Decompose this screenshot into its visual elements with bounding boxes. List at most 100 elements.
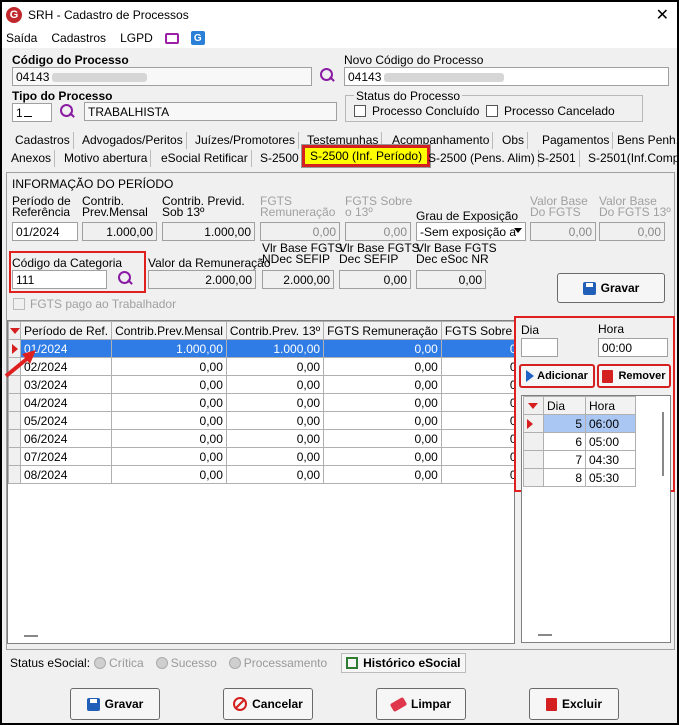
monitor-icon[interactable] bbox=[164, 32, 179, 44]
v-scrollbar[interactable] bbox=[662, 412, 664, 476]
cell[interactable]: 0,00 bbox=[111, 375, 227, 394]
search-tipo-icon[interactable] bbox=[58, 103, 76, 121]
gravar-button[interactable]: Gravar bbox=[70, 688, 160, 720]
table-row[interactable]: 01/2024 1.000,00 1.000,00 0,00 0,00 bbox=[8, 339, 514, 358]
gravar-periodo-button[interactable]: Gravar bbox=[557, 273, 665, 303]
menu-cadastros[interactable]: Cadastros bbox=[51, 31, 106, 45]
cell[interactable]: 04:30 bbox=[585, 450, 636, 469]
table-row[interactable]: 03/20240,000,000,000,00 bbox=[8, 375, 514, 394]
col-fgts-rem[interactable]: FGTS Remuneração bbox=[323, 321, 442, 340]
cell[interactable]: 0,00 bbox=[225, 447, 325, 466]
remover-button[interactable]: Remover bbox=[597, 364, 671, 388]
search-categoria-icon[interactable] bbox=[116, 270, 134, 288]
codigo-field[interactable]: 04143 bbox=[12, 67, 312, 86]
cell[interactable]: 0,00 bbox=[225, 375, 325, 394]
tab-cadastros[interactable]: Cadastros bbox=[12, 132, 74, 149]
tab-s2500-inf-periodo[interactable]: S-2500 (Inf. Período) bbox=[301, 144, 432, 168]
historico-esocial-button[interactable]: Histórico eSocial bbox=[341, 653, 466, 673]
google-icon[interactable]: G bbox=[190, 31, 205, 45]
cell[interactable]: 0,00 bbox=[111, 465, 227, 484]
periodo-field[interactable]: 01/2024 bbox=[12, 222, 78, 241]
tab-s2500[interactable]: S-2500 bbox=[257, 150, 303, 167]
table-row[interactable]: 7 04:30 bbox=[523, 450, 636, 469]
tab-bens-penh[interactable]: Bens Penh. bbox=[614, 132, 679, 149]
cell[interactable]: 0,00 bbox=[323, 357, 442, 376]
grau-select[interactable]: -Sem exposição a bbox=[416, 222, 526, 241]
cell[interactable]: 0,00 bbox=[323, 339, 442, 358]
table-row[interactable]: 04/20240,000,000,000,00 bbox=[8, 393, 514, 412]
hora-field[interactable]: 00:00 bbox=[598, 338, 668, 357]
table-row[interactable]: 5 06:00 bbox=[523, 414, 636, 433]
cell[interactable]: 1.000,00 bbox=[111, 339, 227, 358]
categoria-field[interactable]: 111 bbox=[12, 270, 107, 289]
cell[interactable]: 0,00 bbox=[440, 339, 514, 358]
table-row[interactable]: 07/20240,000,000,000,00 bbox=[8, 447, 514, 466]
cell[interactable]: 0,00 bbox=[111, 447, 227, 466]
concluido-checkbox[interactable] bbox=[354, 105, 366, 117]
cell[interactable]: 0,00 bbox=[111, 357, 227, 376]
cell[interactable]: 06/2024 bbox=[19, 429, 113, 448]
cell[interactable]: 06:00 bbox=[585, 414, 636, 433]
limpar-button[interactable]: Limpar bbox=[376, 688, 466, 720]
cell[interactable]: 8 bbox=[543, 468, 586, 487]
cell[interactable]: 7 bbox=[543, 450, 586, 469]
tab-advogados[interactable]: Advogados/Peritos bbox=[79, 132, 187, 149]
cell[interactable]: 05:30 bbox=[585, 468, 636, 487]
tab-esocial-retificar[interactable]: eSocial Retificar bbox=[158, 150, 252, 167]
cell[interactable]: 0,00 bbox=[323, 393, 442, 412]
vlr-esoc-field[interactable]: 0,00 bbox=[416, 270, 486, 289]
col-fgts13[interactable]: FGTS Sobre 13º bbox=[440, 321, 514, 340]
menu-saida[interactable]: Saída bbox=[6, 31, 37, 45]
cell[interactable]: 0,00 bbox=[323, 465, 442, 484]
tipo-code-field[interactable]: 1 bbox=[12, 103, 52, 122]
cell[interactable]: 0,00 bbox=[225, 357, 325, 376]
fgts-pago-checkbox[interactable] bbox=[13, 298, 25, 310]
table-row[interactable]: 02/20240,000,000,000,00 bbox=[8, 357, 514, 376]
contrib-field[interactable]: 1.000,00 bbox=[82, 222, 157, 241]
tab-pagamentos[interactable]: Pagamentos bbox=[539, 132, 614, 149]
vlr-dec-sefip-field[interactable]: 0,00 bbox=[339, 270, 411, 289]
cell[interactable]: 0,00 bbox=[440, 447, 514, 466]
table-row[interactable]: 8 05:30 bbox=[523, 468, 636, 487]
cell[interactable]: 0,00 bbox=[225, 411, 325, 430]
menu-lgpd[interactable]: LGPD bbox=[120, 31, 153, 45]
cell[interactable]: 0,00 bbox=[323, 447, 442, 466]
table-row[interactable]: 06/20240,000,000,000,00 bbox=[8, 429, 514, 448]
tab-juizes[interactable]: Juízes/Promotores bbox=[192, 132, 300, 149]
cell[interactable]: 0,00 bbox=[225, 429, 325, 448]
critica-radio[interactable] bbox=[94, 657, 107, 669]
table-row[interactable]: 05/20240,000,000,000,00 bbox=[8, 411, 514, 430]
cell[interactable]: 07/2024 bbox=[19, 447, 113, 466]
cell[interactable]: 0,00 bbox=[111, 429, 227, 448]
excluir-button[interactable]: Excluir bbox=[529, 688, 619, 720]
sucesso-radio[interactable] bbox=[155, 657, 168, 669]
vlr-sefip-field[interactable]: 2.000,00 bbox=[262, 270, 334, 289]
cell[interactable]: 1.000,00 bbox=[225, 339, 325, 358]
close-icon[interactable]: ✕ bbox=[656, 5, 669, 25]
valor-rem-field[interactable]: 2.000,00 bbox=[148, 270, 256, 289]
tab-s2501-inf-compl[interactable]: S-2501(Inf.Compl) bbox=[585, 150, 679, 167]
cell[interactable]: 0,00 bbox=[323, 375, 442, 394]
novo-codigo-field[interactable]: 04143 bbox=[344, 67, 669, 86]
table-row[interactable]: 6 05:00 bbox=[523, 432, 636, 451]
contrib13-field[interactable]: 1.000,00 bbox=[162, 222, 255, 241]
cancelado-checkbox[interactable] bbox=[486, 105, 498, 117]
cell[interactable]: 0,00 bbox=[111, 393, 227, 412]
cell[interactable]: 5 bbox=[543, 414, 586, 433]
tab-obs[interactable]: Obs bbox=[499, 132, 529, 149]
cell[interactable]: 0,00 bbox=[225, 465, 325, 484]
tab-s2500-pens-alim[interactable]: S-2500 (Pens. Alim) bbox=[425, 150, 539, 167]
dia-field[interactable] bbox=[521, 338, 558, 357]
col-contrib[interactable]: Contrib.Prev.Mensal bbox=[111, 321, 227, 340]
cell[interactable]: 0,00 bbox=[225, 393, 325, 412]
cell[interactable]: 0,00 bbox=[440, 429, 514, 448]
col-dia[interactable]: Dia bbox=[543, 396, 586, 415]
search-codigo-icon[interactable] bbox=[318, 67, 336, 85]
cell[interactable]: 0,00 bbox=[440, 465, 514, 484]
cell[interactable]: 0,00 bbox=[323, 411, 442, 430]
cell[interactable]: 0,00 bbox=[440, 375, 514, 394]
tab-motivo-abertura[interactable]: Motivo abertura bbox=[61, 150, 152, 167]
cell[interactable]: 0,00 bbox=[323, 429, 442, 448]
cell[interactable]: 05/2024 bbox=[19, 411, 113, 430]
cell[interactable]: 0,00 bbox=[440, 393, 514, 412]
